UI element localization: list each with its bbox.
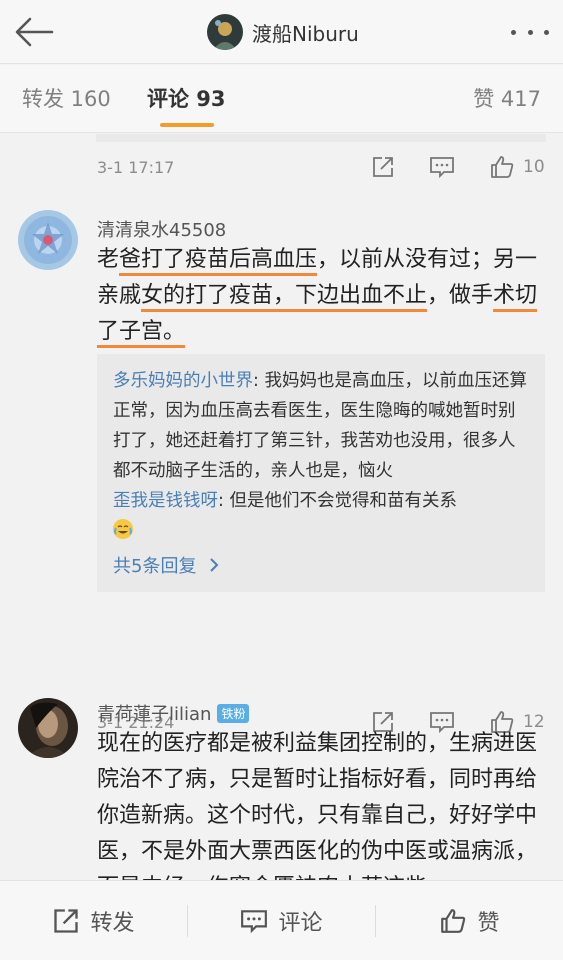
reply-username[interactable]: 歪我是钱钱呀 bbox=[113, 491, 218, 511]
chevron-right-icon bbox=[210, 558, 219, 572]
share-icon bbox=[373, 157, 393, 177]
replies-box[interactable]: 多乐妈妈的小世界: 我妈妈也是高血压，以前血压还算正常，因为血压高去看医生，医生… bbox=[97, 354, 545, 592]
reply-text: : 但是他们不会觉得和苗有关系 bbox=[218, 491, 457, 511]
comment-body: 老爸打了疫苗后高血压，以前从没有过；另一亲戚女的打了疫苗，下边出血不止，做手术切… bbox=[97, 242, 547, 350]
comment-icon bbox=[430, 157, 454, 179]
bottom-repost-label: 转发 bbox=[90, 911, 135, 936]
crying-laughing-emoji-icon bbox=[113, 519, 133, 539]
bottom-action-bar: 转发 评论 赞 bbox=[0, 880, 563, 960]
underlined-text: 女的打了疫苗，下边出血不止 bbox=[141, 283, 428, 308]
share-icon bbox=[54, 909, 79, 933]
tab-like[interactable]: 赞 417 bbox=[473, 83, 541, 113]
username[interactable]: 清清泉水45508 bbox=[97, 216, 226, 242]
like-count: 10 bbox=[523, 157, 545, 177]
comment-text: ，做手 bbox=[427, 283, 494, 308]
more-replies-link[interactable]: 共5条回复 bbox=[113, 552, 529, 578]
tab-bar: 转发 160 评论 93 赞 417 bbox=[0, 65, 563, 133]
bottom-comment-label: 评论 bbox=[278, 911, 323, 936]
arrow-left-icon bbox=[15, 17, 54, 47]
tab-active-indicator bbox=[160, 123, 214, 127]
reply-username[interactable]: 多乐妈妈的小世界 bbox=[113, 371, 253, 391]
thumbs-up-icon bbox=[491, 156, 514, 178]
comment-icon bbox=[241, 910, 268, 934]
bottom-like-label: 赞 bbox=[477, 911, 500, 936]
more-replies-label: 共5条回复 bbox=[113, 556, 197, 577]
comment-list[interactable]: 3-1 17:17 10 清清泉水45508 老爸打了疫苗后高血压，以前从没有过… bbox=[0, 134, 563, 880]
tab-repost[interactable]: 转发 160 bbox=[22, 83, 111, 113]
comment-time: 3-1 17:17 bbox=[97, 157, 175, 177]
comment-text: 老 bbox=[97, 247, 120, 272]
author-title[interactable]: 渡船Niburu bbox=[207, 12, 359, 52]
comment-action-row: 3-1 17:17 10 bbox=[97, 152, 547, 182]
repost-button[interactable] bbox=[371, 155, 395, 179]
previous-replies-box bbox=[96, 134, 546, 142]
author-avatar[interactable] bbox=[207, 14, 243, 50]
bottom-like-button[interactable]: 赞 bbox=[376, 881, 563, 960]
reply-item[interactable]: 歪我是钱钱呀: 但是他们不会觉得和苗有关系 bbox=[113, 486, 529, 546]
underlined-text: 爸打了疫苗后高血压 bbox=[119, 247, 318, 272]
comment-user-line: 清清泉水45508 bbox=[97, 216, 226, 242]
bottom-repost-button[interactable]: 转发 bbox=[0, 881, 187, 960]
bottom-comment-button[interactable]: 评论 bbox=[188, 881, 375, 960]
tab-comment[interactable]: 评论 93 bbox=[147, 83, 226, 113]
avatar[interactable] bbox=[18, 698, 78, 758]
username[interactable]: 青荷蓮子lilian bbox=[97, 700, 211, 726]
thumbs-up-icon bbox=[441, 909, 466, 933]
avatar[interactable] bbox=[18, 210, 78, 270]
more-dots-icon[interactable] bbox=[511, 22, 549, 42]
like-button[interactable]: 10 bbox=[489, 154, 547, 180]
back-button[interactable] bbox=[12, 12, 56, 52]
top-bar: 渡船Niburu bbox=[0, 0, 563, 64]
comment-button[interactable] bbox=[429, 155, 455, 179]
page-title: 渡船Niburu bbox=[252, 21, 359, 46]
comment-user-line: 青荷蓮子lilian 铁粉 bbox=[97, 700, 250, 726]
fan-badge: 铁粉 bbox=[217, 703, 250, 723]
comment-body: 现在的医疗都是被利益集团控制的，生病进医院治不了病，只是暂时让指标好看，同时再给… bbox=[97, 731, 538, 880]
reply-item[interactable]: 多乐妈妈的小世界: 我妈妈也是高血压，以前血压还算正常，因为血压高去看医生，医生… bbox=[113, 366, 529, 486]
